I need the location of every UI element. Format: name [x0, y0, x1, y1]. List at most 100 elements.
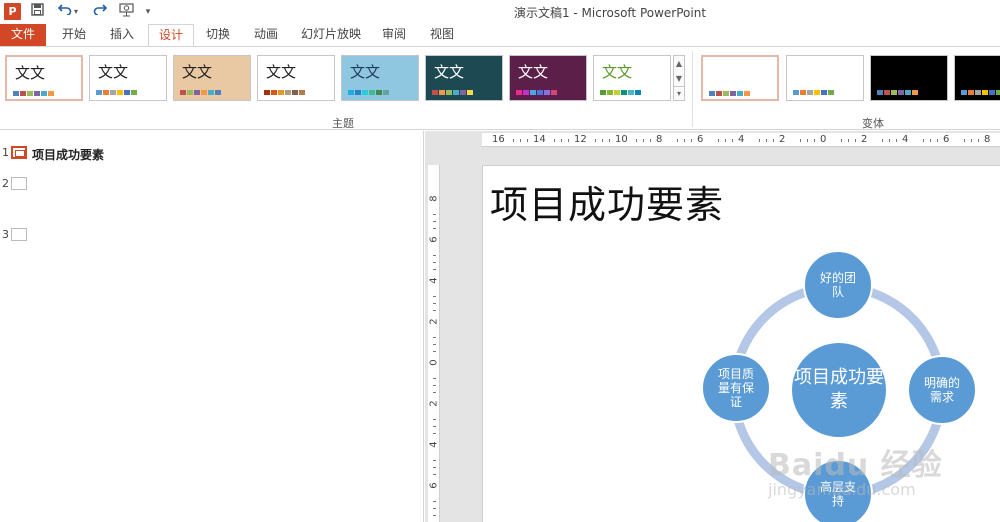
- ruler-tick-label: 6: [428, 236, 440, 243]
- ruler-tick-mark: [561, 139, 562, 142]
- theme-color-bars: [600, 90, 641, 95]
- diagram-node-text: 项目质量有保证: [717, 367, 754, 409]
- ruler-tick-mark: [433, 501, 436, 502]
- slide-thumbnail[interactable]: [11, 146, 27, 159]
- ruler-tick-label: 8: [984, 134, 991, 145]
- title-bar: P ▾ ▾ 演示文稿1 - Microsoft PowerPoint: [0, 0, 1000, 24]
- theme-sample-text: 文文: [518, 63, 549, 81]
- ruler-tick-mark: [433, 296, 436, 297]
- gallery-more-icon[interactable]: ▾: [674, 86, 684, 100]
- theme-thumbnail[interactable]: 文文: [89, 55, 167, 101]
- slide-thumbnail[interactable]: [11, 177, 27, 190]
- theme-thumbnail[interactable]: 文文: [257, 55, 335, 101]
- theme-thumbnail[interactable]: 文文: [509, 55, 587, 101]
- themes-group-label: 主题: [332, 117, 354, 130]
- ruler-tick-mark: [930, 139, 931, 142]
- ruler-tick-mark: [513, 139, 514, 142]
- tab-design[interactable]: 设计: [148, 24, 194, 47]
- ruler-tick-mark: [636, 139, 637, 142]
- ruler-tick-mark: [650, 139, 651, 142]
- ruler-tick-mark: [937, 139, 938, 142]
- tab-slideshow[interactable]: 幻灯片放映: [294, 24, 368, 46]
- ruler-tick-mark: [841, 139, 842, 142]
- ruler-tick-label: 4: [428, 277, 440, 284]
- slide-canvas[interactable]: 项目成功要素 项目成功要素 好的团队 明确的需求 高层支持 项目质量有保证: [482, 165, 1000, 522]
- tab-transitions[interactable]: 切换: [198, 24, 238, 46]
- ruler-tick-mark: [677, 139, 678, 142]
- ribbon-tabs: 文件 开始 插入 设计 切换 动画 幻灯片放映 审阅 视图: [0, 24, 1000, 47]
- horizontal-ruler[interactable]: 16 14 12 10 8 6 4 2 0 2 4 6 8: [482, 133, 1000, 147]
- ruler-tick-mark: [759, 139, 760, 142]
- slide-thumbnail[interactable]: [11, 228, 27, 241]
- ruler-tick-mark: [433, 344, 436, 345]
- tab-file[interactable]: 文件: [0, 24, 46, 46]
- ruler-tick-mark: [643, 139, 644, 142]
- variant-color-bars: [877, 90, 918, 95]
- ruler-tick-mark: [732, 139, 733, 142]
- theme-sample-text: 文文: [602, 63, 633, 81]
- ruler-tick-mark: [855, 139, 856, 142]
- vertical-ruler[interactable]: 8 6 4 2 0 2 4 6: [428, 165, 440, 522]
- ruler-tick-mark: [971, 139, 972, 142]
- theme-thumbnail[interactable]: 文文: [425, 55, 503, 101]
- ruler-tick-mark: [684, 139, 685, 142]
- theme-sample-text: 文文: [434, 63, 465, 81]
- variant-thumbnail[interactable]: [870, 55, 948, 101]
- tab-home[interactable]: 开始: [54, 24, 94, 46]
- theme-color-bars: [180, 90, 221, 95]
- ruler-tick-mark: [433, 255, 436, 256]
- ruler-tick-mark: [814, 139, 815, 142]
- theme-color-bars: [432, 90, 473, 95]
- gallery-scroll[interactable]: ▲ ▼ ▾: [673, 55, 685, 101]
- tab-animations[interactable]: 动画: [246, 24, 286, 46]
- tab-insert[interactable]: 插入: [102, 24, 142, 46]
- diagram-node-bottom[interactable]: 高层支持: [803, 459, 873, 522]
- variants-group-label: 变体: [862, 117, 884, 130]
- ruler-tick-mark: [433, 351, 436, 352]
- ruler-tick-mark: [527, 139, 528, 142]
- variant-color-bars: [793, 90, 834, 95]
- variant-thumbnail[interactable]: [701, 55, 779, 101]
- gallery-down-icon[interactable]: ▼: [674, 71, 684, 86]
- variant-thumbnail[interactable]: [954, 55, 1000, 101]
- theme-color-bars: [13, 91, 54, 96]
- ruler-tick-label: 6: [943, 134, 950, 145]
- diagram-node-top[interactable]: 好的团队: [803, 250, 873, 320]
- ruler-tick-mark: [800, 139, 801, 142]
- ruler-tick-label: 8: [428, 195, 440, 202]
- ruler-tick-mark: [433, 419, 436, 420]
- theme-thumbnail[interactable]: 文文: [593, 55, 671, 101]
- tab-review[interactable]: 审阅: [374, 24, 414, 46]
- diagram-center-node[interactable]: 项目成功要素: [790, 341, 888, 439]
- ruler-tick-mark: [433, 508, 436, 509]
- theme-thumbnail[interactable]: 文文: [5, 55, 83, 101]
- theme-thumbnail[interactable]: 文文: [341, 55, 419, 101]
- ruler-tick-label: 14: [533, 134, 546, 145]
- ruler-tick-mark: [433, 467, 436, 468]
- ruler-tick-label: 4: [738, 134, 745, 145]
- theme-thumbnail[interactable]: 文文: [173, 55, 251, 101]
- gallery-up-icon[interactable]: ▲: [674, 56, 684, 71]
- diagram-node-left[interactable]: 项目质量有保证: [701, 353, 771, 423]
- ruler-tick-label: 12: [574, 134, 587, 145]
- theme-color-bars: [264, 90, 305, 95]
- ruler-tick-mark: [433, 262, 436, 263]
- ruler-tick-mark: [964, 139, 965, 142]
- diagram-node-right[interactable]: 明确的需求: [907, 355, 977, 425]
- variant-thumbnail[interactable]: [786, 55, 864, 101]
- group-divider: [692, 51, 693, 127]
- ruler-tick-mark: [433, 303, 436, 304]
- ruler-tick-mark: [433, 392, 436, 393]
- ruler-tick-label: 2: [861, 134, 868, 145]
- ruler-tick-mark: [609, 139, 610, 142]
- ruler-tick-label: 0: [428, 359, 440, 366]
- slide-title-text[interactable]: 项目成功要素: [490, 174, 724, 229]
- ruler-tick-mark: [433, 269, 436, 270]
- ruler-tick-mark: [433, 460, 436, 461]
- smartart-diagram[interactable]: 项目成功要素 好的团队 明确的需求 高层支持 项目质量有保证: [693, 241, 1000, 522]
- ribbon-design: 文文 文文 文文 文文 文文 文文 文文 文文 ▲ ▼ ▾ 主题 变体: [0, 46, 1000, 130]
- tab-view[interactable]: 视图: [422, 24, 462, 46]
- ruler-tick-mark: [807, 139, 808, 142]
- slide-number: 3: [2, 228, 9, 241]
- slide-outline-title: 项目成功要素: [32, 148, 105, 162]
